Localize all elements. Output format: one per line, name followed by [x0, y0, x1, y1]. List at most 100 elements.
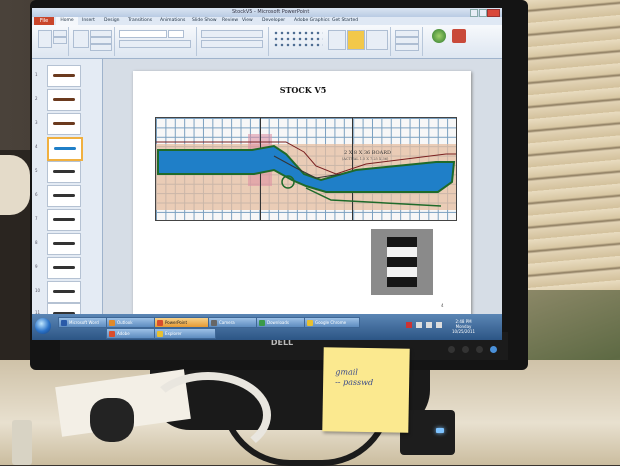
close-button[interactable]	[487, 9, 500, 17]
layout-button[interactable]	[90, 30, 112, 37]
outlook-icon	[109, 319, 115, 326]
section-button[interactable]	[90, 44, 112, 51]
pattern-swatch[interactable]	[371, 229, 433, 295]
tab-developer[interactable]: Developer	[262, 17, 285, 25]
slide-thumbnails-pane: 1 2 3 4 5 6 7 8 9 10 11	[32, 59, 103, 325]
monitor-power-button[interactable]	[490, 346, 497, 353]
rifle-icon	[53, 242, 75, 245]
rifle-icon	[53, 122, 75, 125]
stock-profile-shape[interactable]	[156, 118, 456, 220]
swatch-bar	[387, 237, 417, 247]
list-buttons[interactable]	[201, 30, 263, 38]
slide-thumbnail[interactable]	[47, 161, 81, 183]
windows-taskbar: Microsoft Word Outlook PowerPoint Camera…	[32, 314, 502, 340]
copy-button[interactable]	[53, 37, 67, 44]
slide-thumbnail[interactable]	[47, 281, 81, 303]
slide-thumbnail[interactable]	[47, 89, 81, 111]
tab-adobe-graphics[interactable]: Adobe Graphics	[294, 17, 330, 25]
sticky-note-text: gmail -- passwd	[335, 367, 374, 388]
ribbon	[32, 25, 502, 59]
rifle-icon	[53, 170, 75, 173]
adobe-icon[interactable]	[452, 29, 466, 43]
thumbnail-number: 4	[35, 144, 38, 149]
monitor-button[interactable]	[462, 346, 469, 353]
taskbar-button-label: Adobe	[117, 331, 130, 336]
minimize-button[interactable]	[470, 9, 478, 17]
taskbar-button-powerpoint[interactable]: PowerPoint	[154, 317, 216, 328]
tab-view[interactable]: View	[242, 17, 253, 25]
thumbnail-number: 2	[35, 96, 38, 101]
slide-canvas[interactable]: STOCK V5 2 X 8 X 36 BOARD (ACTUAL 1.5 X …	[133, 71, 471, 316]
font-format-buttons[interactable]	[119, 40, 191, 48]
rifle-icon	[53, 290, 75, 293]
font-size-select[interactable]	[168, 30, 184, 38]
ribbon-tabs: Home Insert Design Transitions Animation…	[32, 17, 502, 25]
swatch-bar	[387, 267, 417, 277]
monitor-button[interactable]	[476, 346, 483, 353]
tab-insert[interactable]: Insert	[82, 17, 95, 25]
cable-loop	[145, 372, 271, 458]
rifle-icon	[53, 266, 75, 269]
quick-styles-button[interactable]	[347, 30, 365, 50]
cut-button[interactable]	[53, 30, 67, 37]
thumbnail-number: 5	[35, 168, 38, 173]
slide-thumbnail[interactable]	[47, 185, 81, 207]
maximize-button[interactable]	[479, 9, 487, 17]
flag-icon[interactable]	[436, 322, 442, 328]
new-slide-button[interactable]	[73, 30, 89, 48]
clock[interactable]: 2:48 PM Monday 10/25/2011	[452, 319, 475, 334]
tab-slide-show[interactable]: Slide Show	[192, 17, 217, 25]
slide-thumbnail[interactable]	[47, 209, 81, 231]
bottle	[12, 420, 32, 465]
arrange-button[interactable]	[328, 30, 346, 50]
window-blinds	[515, 0, 620, 330]
slide-thumbnail[interactable]	[47, 113, 81, 135]
slide-title[interactable]: STOCK V5	[253, 85, 353, 95]
tab-transitions[interactable]: Transitions	[128, 17, 152, 25]
slide-thumbnail[interactable]	[47, 65, 81, 87]
tab-animations[interactable]: Animations	[160, 17, 185, 25]
slide-thumbnail-selected[interactable]	[47, 137, 83, 161]
select-button[interactable]	[395, 44, 419, 51]
taskbar-button-label: Outlook	[117, 320, 133, 325]
find-button[interactable]	[395, 30, 419, 37]
shapes-gallery[interactable]	[273, 30, 323, 48]
computer-mouse	[90, 398, 134, 442]
taskbar-button-chrome[interactable]: Google Chrome	[304, 317, 360, 328]
start-button[interactable]	[35, 318, 51, 334]
slide-thumbnail[interactable]	[47, 257, 81, 279]
taskbar-button-label: Explorer	[165, 331, 182, 336]
word-icon	[61, 319, 67, 326]
taskbar-button-label: PowerPoint	[165, 320, 188, 325]
system-tray: 2:48 PM Monday 10/25/2011	[402, 316, 500, 338]
taskbar-button-label: Downloads	[267, 320, 289, 325]
window-title: StockV5 - Microsoft PowerPoint	[232, 9, 310, 15]
chrome-icon	[307, 319, 313, 326]
volume-icon[interactable]	[426, 322, 432, 328]
tab-get-started[interactable]: Get Started	[332, 17, 358, 25]
font-name-select[interactable]	[119, 30, 167, 38]
taskbar-button-explorer[interactable]: Explorer	[154, 328, 216, 339]
ribbon-group-clipboard	[34, 27, 69, 56]
swatch-bar	[387, 257, 417, 267]
sticky-note: gmail -- passwd	[322, 347, 410, 433]
clock-date: 10/25/2011	[452, 329, 476, 334]
slide-thumbnail[interactable]	[47, 233, 81, 255]
replace-button[interactable]	[395, 37, 419, 44]
stock-diagram-icon	[54, 147, 76, 150]
thumbnail-number: 6	[35, 192, 38, 197]
paste-button[interactable]	[38, 30, 52, 48]
tab-review[interactable]: Review	[222, 17, 238, 25]
stock-template-grid[interactable]: 2 X 8 X 36 BOARD (ACTUAL 1.5 X 7.25 X 36…	[155, 117, 457, 221]
tab-home[interactable]: Home	[56, 17, 78, 25]
tab-file[interactable]: File	[34, 17, 54, 25]
rifle-icon	[53, 194, 75, 197]
monitor-button[interactable]	[448, 346, 455, 353]
share-icon[interactable]	[432, 29, 446, 43]
tray-icon[interactable]	[406, 322, 412, 328]
reset-button[interactable]	[90, 37, 112, 44]
network-icon[interactable]	[416, 322, 422, 328]
tab-design[interactable]: Design	[104, 17, 120, 25]
shape-effects-button[interactable]	[366, 30, 388, 50]
align-buttons[interactable]	[201, 40, 263, 48]
